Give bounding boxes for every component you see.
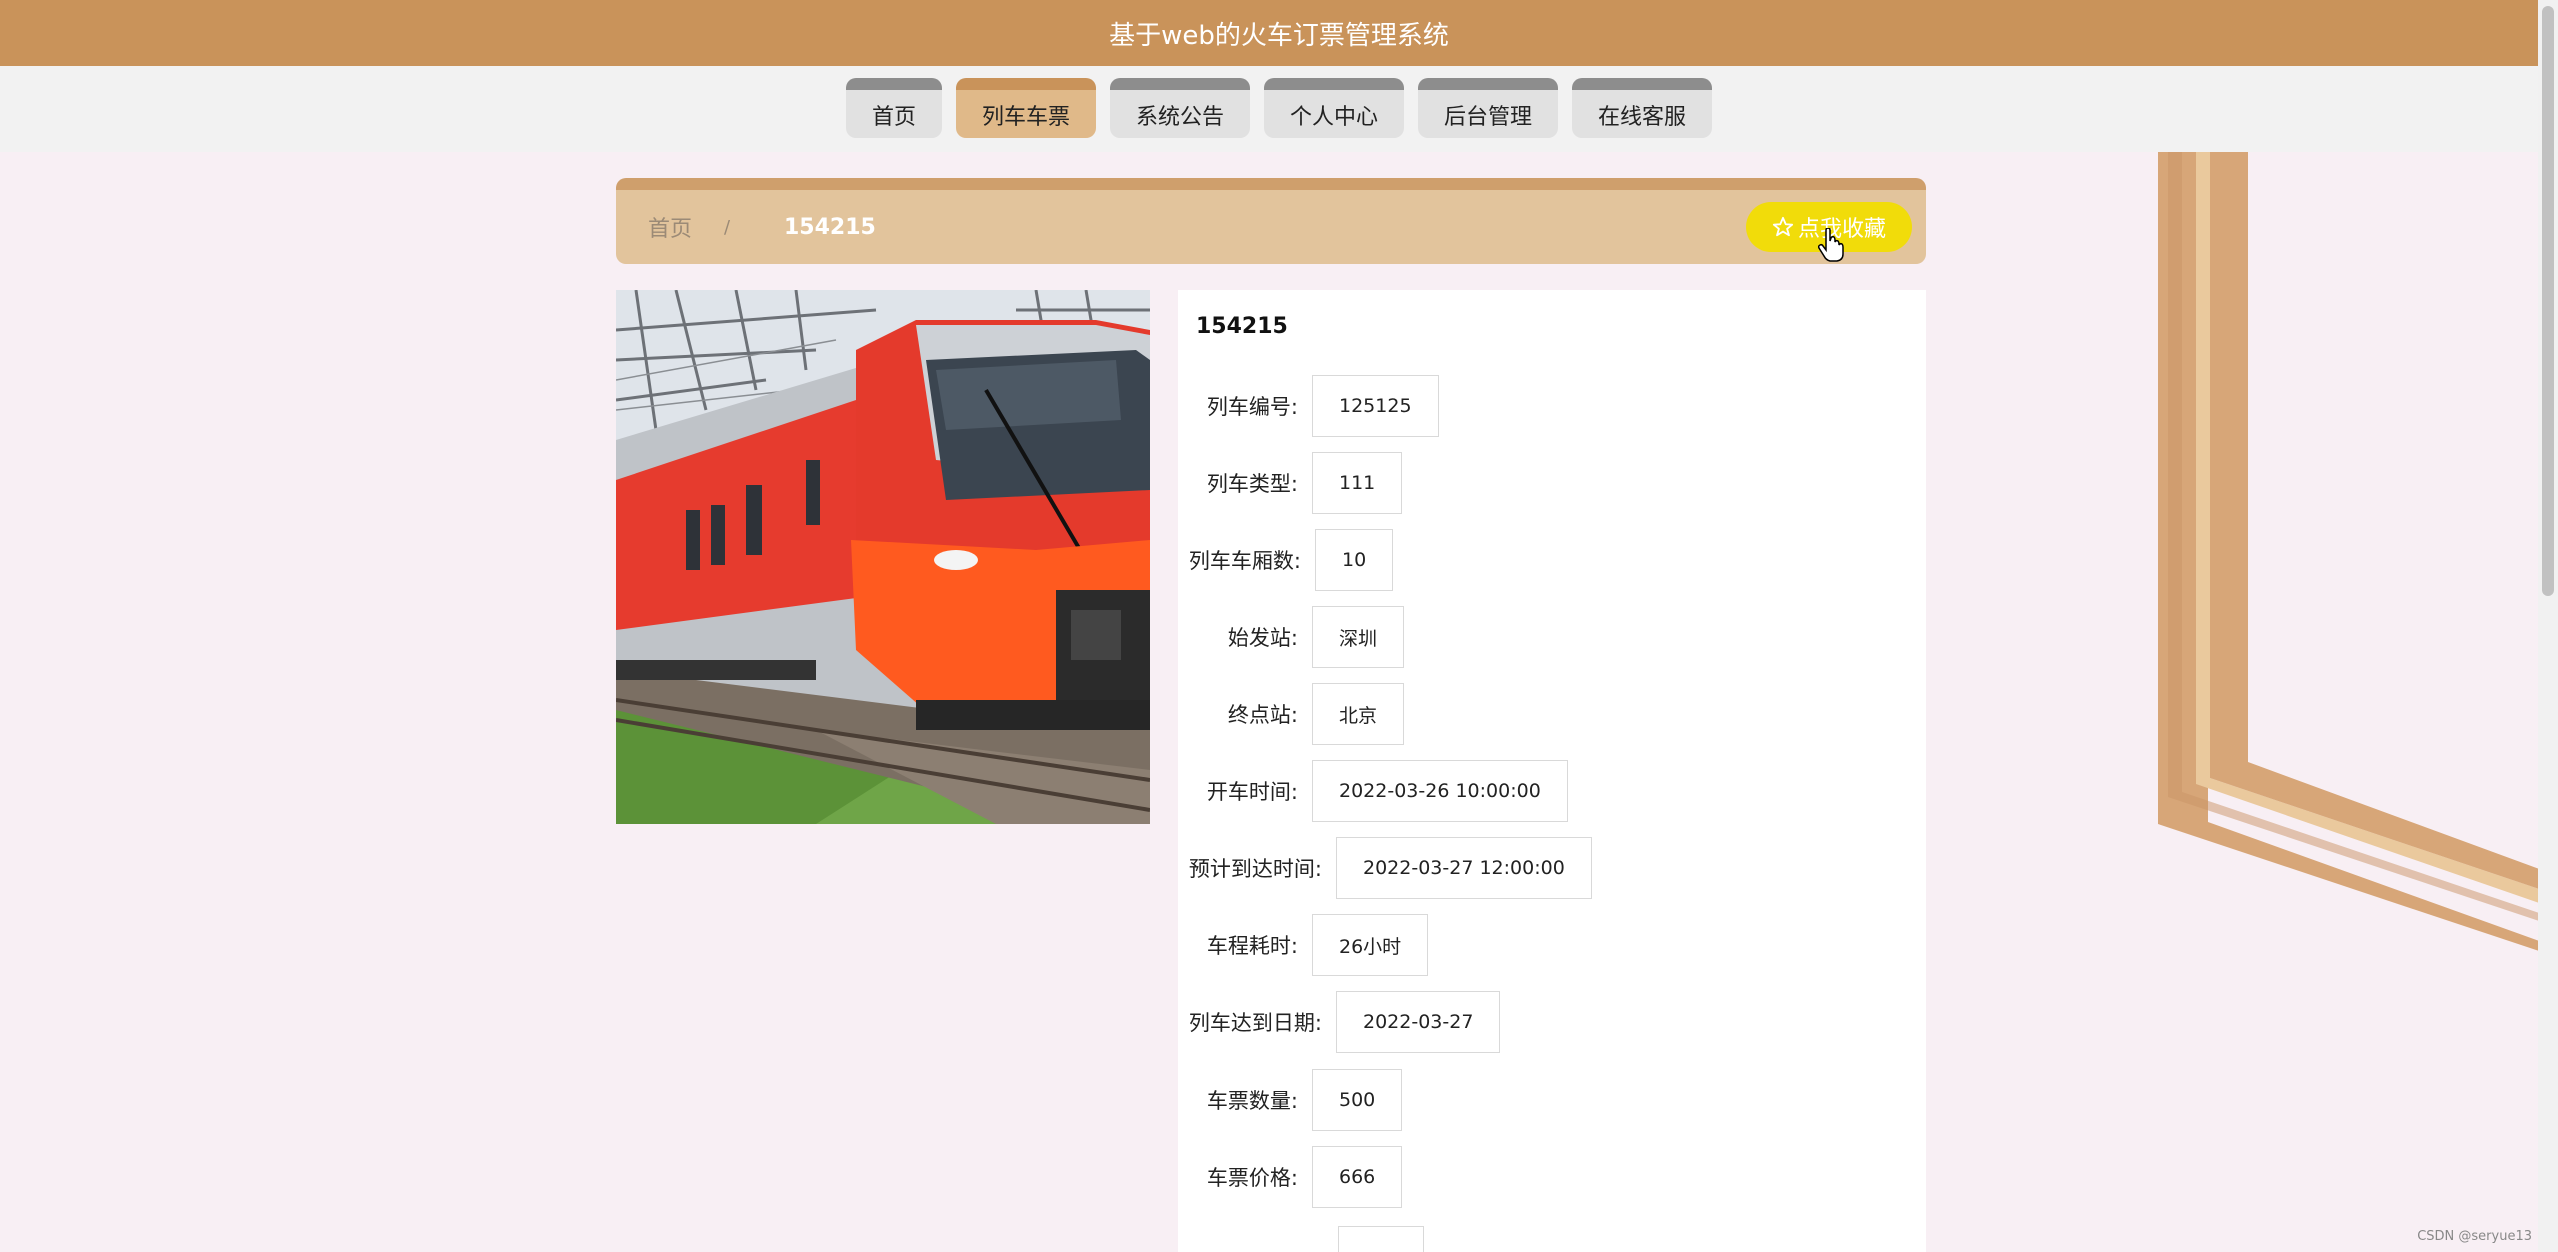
field-value: 2022-03-26 10:00:00 (1312, 760, 1568, 822)
field-departure-time: 开车时间: 2022-03-26 10:00:00 (1178, 760, 1568, 822)
field-train-type: 列车类型: 111 (1178, 452, 1403, 514)
field-ticket-price: 车票价格: 666 (1178, 1146, 1403, 1208)
field-label: 车程耗时: (1206, 934, 1298, 958)
field-value: 2022-03-27 (1336, 991, 1501, 1053)
tab-online-service[interactable]: 在线客服 (1572, 78, 1713, 138)
field-duration: 车程耗时: 26小时 (1178, 914, 1429, 976)
field-value: 666 (1312, 1146, 1403, 1208)
scrollbar-thumb[interactable] (2542, 6, 2554, 596)
field-label: 车票价格: (1206, 1166, 1298, 1190)
field-value: 深圳 (1312, 606, 1405, 668)
tab-train-tickets[interactable]: 列车车票 (955, 78, 1096, 138)
field-label: 列车编号: (1206, 395, 1298, 419)
tab-home[interactable]: 首页 (845, 78, 942, 138)
field-origin-station: 始发站: 深圳 (1178, 606, 1405, 668)
field-value: 111 (1312, 452, 1403, 514)
field-label: 列车达到日期: (1188, 1011, 1322, 1035)
hand-cursor-icon (1818, 228, 1844, 262)
train-photo (616, 290, 1150, 824)
site-title: 基于web的火车订票管理系统 (1109, 20, 1449, 51)
field-label: 开车时间: (1206, 780, 1298, 804)
field-arrival-time: 预计到达时间: 2022-03-27 12:00:00 (1178, 837, 1592, 899)
watermark: CSDN @seryue13 (2417, 1229, 2532, 1244)
field-label: 终点站: (1227, 703, 1298, 727)
field-label: 始发站: (1227, 626, 1298, 650)
site-title-bar: 基于web的火车订票管理系统 (0, 0, 2558, 66)
tab-personal-center[interactable]: 个人中心 (1264, 78, 1405, 138)
decorative-frame (2158, 152, 2542, 952)
train-detail-title: 154215 (1196, 314, 1288, 339)
main-nav: 首页 列车车票 系统公告 个人中心 后台管理 在线客服 (0, 66, 2558, 152)
field-value: 500 (1312, 1069, 1403, 1131)
field-value: 10 (1315, 529, 1394, 591)
tab-announcements[interactable]: 系统公告 (1109, 78, 1250, 138)
field-ticket-quantity: 车票数量: 500 (1178, 1069, 1403, 1131)
field-label: 预计到达时间: (1188, 857, 1322, 881)
star-outline-icon (1772, 216, 1794, 237)
breadcrumb-current: 154215 (784, 214, 876, 240)
field-train-number: 列车编号: 125125 (1178, 375, 1439, 437)
breadcrumb: 首页 / 154215 点我收藏 (616, 178, 1926, 264)
field-label: 列车类型: (1206, 472, 1298, 496)
field-label: 车票数量: (1206, 1089, 1298, 1113)
page-scrollbar[interactable] (2538, 0, 2558, 1252)
field-destination-station: 终点站: 北京 (1178, 683, 1405, 745)
breadcrumb-home-link[interactable]: 首页 (648, 211, 692, 243)
field-carriage-count: 列车车厢数: 10 (1178, 529, 1394, 591)
field-value: 26小时 (1312, 914, 1429, 976)
field-label: 列车车厢数: (1188, 549, 1301, 573)
breadcrumb-separator: / (724, 216, 731, 238)
field-value: 2022-03-27 12:00:00 (1336, 837, 1592, 899)
field-value: 北京 (1312, 683, 1405, 745)
field-value-partial (1338, 1226, 1424, 1252)
tab-admin[interactable]: 后台管理 (1418, 78, 1559, 138)
field-value: 125125 (1312, 375, 1439, 437)
field-arrival-date: 列车达到日期: 2022-03-27 (1178, 991, 1501, 1053)
train-detail-panel: 154215 列车编号: 125125 列车类型: 111 列车车厢数: 10 … (1178, 290, 1926, 1252)
